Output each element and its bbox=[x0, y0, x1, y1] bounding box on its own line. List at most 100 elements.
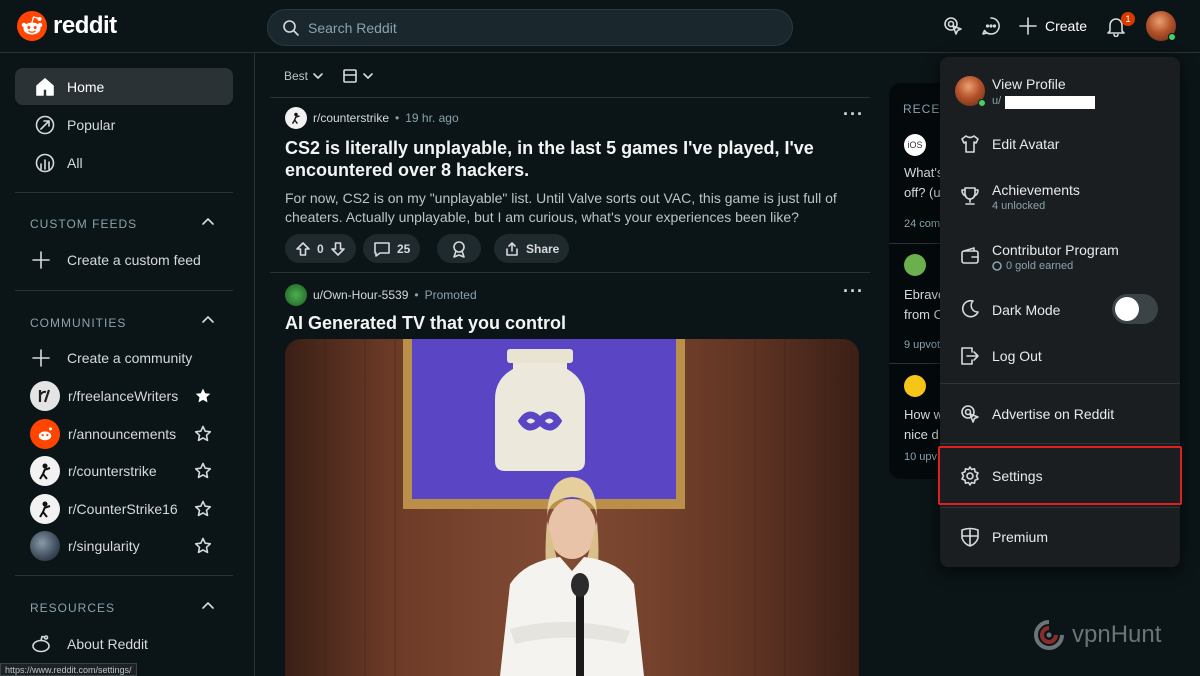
recent-item-title[interactable]: from C bbox=[904, 307, 943, 322]
advertise-label: Advertise on Reddit bbox=[992, 406, 1115, 422]
create-button[interactable]: Create bbox=[1017, 15, 1087, 37]
left-sidebar: Home Popular All CUSTOM FEEDS Create a c… bbox=[0, 53, 255, 676]
create-custom-feed-button[interactable]: Create a custom feed bbox=[30, 245, 220, 275]
recent-item-title[interactable]: What's bbox=[904, 165, 943, 180]
community-item[interactable]: r/CounterStrike16 bbox=[30, 494, 220, 524]
recent-item-title[interactable]: off? (u bbox=[904, 185, 941, 200]
community-item[interactable]: r/singularity bbox=[30, 531, 220, 561]
vote-control: 0 bbox=[285, 234, 356, 263]
meta-separator: • bbox=[395, 111, 400, 125]
dark-mode-toggle[interactable] bbox=[1112, 294, 1158, 324]
post-title[interactable]: AI Generated TV that you control bbox=[285, 312, 865, 334]
chat-icon[interactable] bbox=[980, 15, 1002, 37]
community-avatar bbox=[30, 531, 60, 561]
post-title[interactable]: CS2 is literally unplayable, in the last… bbox=[285, 137, 865, 181]
recent-item-meta: 9 upvot bbox=[904, 339, 941, 351]
create-community-button[interactable]: Create a community bbox=[30, 343, 220, 373]
star-outline-icon[interactable] bbox=[194, 500, 212, 518]
post-body: For now, CS2 is on my "unplayable" list.… bbox=[285, 190, 837, 225]
more-options-icon[interactable]: ··· bbox=[843, 281, 864, 302]
advertise-item[interactable]: Advertise on Reddit bbox=[940, 399, 1180, 429]
feed-sort-bar: Best bbox=[284, 68, 374, 84]
nav-home-label: Home bbox=[67, 78, 105, 95]
sort-dropdown[interactable]: Best bbox=[284, 69, 324, 83]
community-avatar bbox=[30, 494, 60, 524]
chevron-up-icon[interactable] bbox=[201, 215, 215, 229]
promoted-user[interactable]: u/Own-Hour-5539 bbox=[313, 288, 408, 302]
custom-feeds-title: CUSTOM FEEDS bbox=[30, 217, 138, 231]
downvote-icon[interactable] bbox=[330, 241, 346, 257]
contributor-program-item[interactable]: Contributor Program 0 gold earned bbox=[940, 239, 1180, 275]
advertise-icon[interactable] bbox=[942, 15, 964, 37]
view-dropdown[interactable] bbox=[342, 68, 374, 84]
star-outline-icon[interactable] bbox=[194, 537, 212, 555]
subreddit-avatar[interactable] bbox=[285, 107, 307, 129]
view-profile-label: View Profile bbox=[992, 76, 1066, 92]
community-avatar bbox=[30, 419, 60, 449]
about-reddit-label: About Reddit bbox=[67, 636, 148, 652]
communities-title: COMMUNITIES bbox=[30, 316, 127, 330]
achievements-label: Achievements bbox=[992, 182, 1080, 198]
recent-item-title[interactable]: How w bbox=[904, 407, 943, 422]
comments-button[interactable]: 25 bbox=[363, 234, 421, 263]
top-header: reddit Create 1 bbox=[0, 0, 1200, 53]
community-item[interactable]: r/announcements bbox=[30, 419, 220, 449]
edit-avatar-item[interactable]: Edit Avatar bbox=[940, 129, 1180, 159]
meta-separator: • bbox=[414, 288, 419, 302]
create-custom-feed-label: Create a custom feed bbox=[67, 252, 201, 268]
recent-item-meta: 10 upv bbox=[904, 451, 938, 463]
upvote-icon[interactable] bbox=[295, 241, 311, 257]
share-button[interactable]: Share bbox=[494, 234, 570, 263]
share-label: Share bbox=[526, 241, 560, 256]
nav-home[interactable]: Home bbox=[15, 68, 233, 105]
comment-icon bbox=[373, 240, 391, 258]
achievements-item[interactable]: Achievements 4 unlocked bbox=[940, 179, 1180, 215]
star-filled-icon[interactable] bbox=[194, 387, 212, 405]
post-meta: u/Own-Hour-5539 • Promoted bbox=[285, 284, 477, 306]
search-bar[interactable] bbox=[267, 9, 793, 46]
post-time: 19 hr. ago bbox=[405, 111, 459, 125]
sidebar-divider bbox=[15, 575, 233, 576]
search-icon bbox=[282, 19, 300, 37]
community-item[interactable]: r/freelanceWriters bbox=[30, 381, 220, 411]
award-button[interactable] bbox=[437, 234, 481, 263]
nav-popular[interactable]: Popular bbox=[15, 106, 233, 143]
log-out-item[interactable]: Log Out bbox=[940, 341, 1180, 371]
star-outline-icon[interactable] bbox=[194, 425, 212, 443]
reddit-logo[interactable]: reddit bbox=[17, 11, 117, 41]
community-name: r/CounterStrike16 bbox=[68, 501, 178, 517]
community-avatar bbox=[30, 456, 60, 486]
online-status-dot bbox=[978, 99, 986, 107]
shirt-icon bbox=[959, 133, 981, 155]
watermark: vpnHunt bbox=[1032, 618, 1161, 652]
community-item[interactable]: r/counterstrike bbox=[30, 456, 220, 486]
community-name: r/announcements bbox=[68, 426, 177, 442]
more-options-icon[interactable]: ··· bbox=[843, 104, 864, 125]
promoted-media-image[interactable] bbox=[285, 339, 859, 676]
chevron-up-icon[interactable] bbox=[201, 599, 215, 613]
username-prefix: u/ bbox=[992, 95, 1002, 107]
search-input[interactable] bbox=[308, 19, 778, 36]
trophy-icon bbox=[959, 185, 981, 207]
sidebar-divider bbox=[15, 290, 233, 291]
user-avatar-small[interactable] bbox=[285, 284, 307, 306]
view-profile-item[interactable]: View Profile u/ bbox=[940, 72, 1180, 112]
sort-label: Best bbox=[284, 69, 309, 83]
subreddit-name[interactable]: r/counterstrike bbox=[313, 111, 389, 125]
advertise-icon bbox=[959, 403, 981, 425]
chevron-down-icon bbox=[312, 70, 324, 82]
about-reddit-link[interactable]: About Reddit bbox=[30, 629, 220, 659]
star-outline-icon[interactable] bbox=[194, 462, 212, 480]
notification-badge: 1 bbox=[1121, 12, 1135, 26]
dark-mode-label: Dark Mode bbox=[992, 302, 1061, 318]
nav-all[interactable]: All bbox=[15, 144, 233, 181]
online-status-dot bbox=[1168, 33, 1176, 41]
watermark-text: vpnHunt bbox=[1072, 621, 1162, 648]
resources-title: RESOURCES bbox=[30, 601, 116, 615]
contributor-label: Contributor Program bbox=[992, 242, 1119, 258]
chevron-up-icon[interactable] bbox=[201, 313, 215, 327]
premium-label: Premium bbox=[992, 529, 1049, 545]
logo-text: reddit bbox=[53, 12, 117, 39]
recent-item-title[interactable]: nice d bbox=[904, 427, 939, 442]
premium-item[interactable]: Premium bbox=[940, 522, 1180, 552]
